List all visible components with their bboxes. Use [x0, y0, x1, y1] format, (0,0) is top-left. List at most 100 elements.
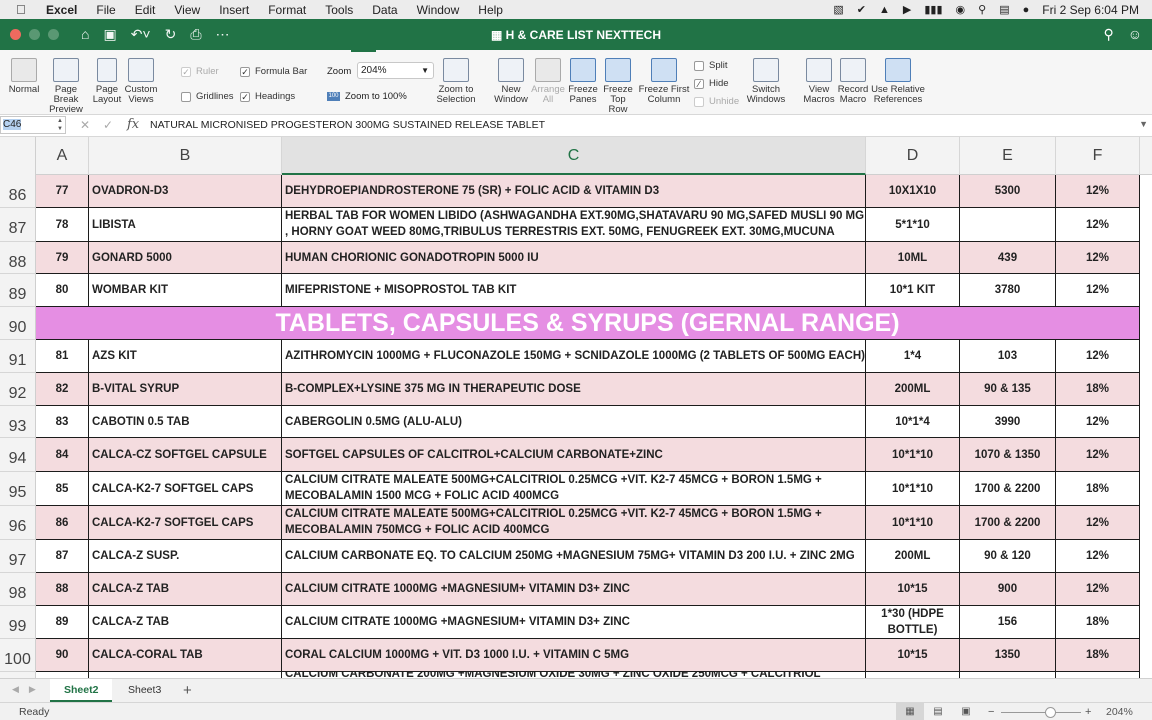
cell-b[interactable]: OVADRON-D3 [89, 175, 282, 208]
freeze-panes-button[interactable]: Freeze Panes [566, 58, 600, 105]
cell-a[interactable]: 89 [36, 606, 89, 639]
undo-icon[interactable]: ↶˅ [131, 26, 151, 43]
more-icon[interactable]: ⋯ [216, 26, 230, 43]
new-window-button[interactable]: New Window [492, 58, 530, 105]
cell-d[interactable]: 10*1 KIT [866, 274, 960, 307]
row-header[interactable]: 99 [0, 606, 36, 639]
redo-icon[interactable]: ↻ [165, 26, 177, 43]
cell-a[interactable]: 87 [36, 540, 89, 573]
menu-file[interactable]: File [96, 3, 115, 17]
sheet-tab-sheet3[interactable]: Sheet3 [114, 679, 175, 702]
view-macros-button[interactable]: View Macros [803, 58, 835, 105]
column-header-f[interactable]: F [1056, 137, 1140, 175]
column-header-e[interactable]: E [960, 137, 1056, 175]
page-break-status-icon[interactable]: ▣ [952, 703, 980, 720]
cell-c[interactable]: CALCIUM CITRATE 1000MG +MAGNESIUM+ VITAM… [282, 573, 866, 606]
row-header[interactable]: 92 [0, 373, 36, 406]
column-header-b[interactable]: B [89, 137, 282, 175]
wifi-icon[interactable]: ◉ [956, 3, 966, 16]
cell-c[interactable]: DEHYDROEPIANDROSTERONE 75 (SR) + FOLIC A… [282, 175, 866, 208]
split-button[interactable]: Split [694, 60, 727, 71]
cell-d[interactable]: 10ML [866, 242, 960, 274]
column-header-c[interactable]: C [282, 137, 866, 175]
cell-d[interactable]: 200ML [866, 540, 960, 573]
freeze-top-row-button[interactable]: Freeze Top Row [600, 58, 636, 115]
page-layout-status-icon[interactable]: ▤ [924, 703, 952, 720]
hide-button[interactable]: ∕ Hide [694, 78, 729, 89]
save-icon[interactable]: ▣ [103, 26, 116, 43]
formula-bar-checkbox[interactable]: ✓ Formula Bar [240, 66, 307, 77]
row-header[interactable]: 88 [0, 242, 36, 274]
sheet-tab-sheet2[interactable]: Sheet2 [50, 679, 113, 702]
custom-views-button[interactable]: Custom Views [124, 58, 158, 105]
row-header[interactable]: 97 [0, 540, 36, 573]
sheet-nav-arrows-icon[interactable]: ◀▶ [12, 684, 46, 695]
cell-f[interactable]: 12% [1056, 406, 1140, 438]
zoom-out-icon[interactable]: − [988, 706, 994, 718]
menubar-clock[interactable]: Fri 2 Sep 6:04 PM [1042, 3, 1139, 17]
cell-f[interactable]: 18% [1056, 472, 1140, 506]
cell-f[interactable]: 12% [1056, 573, 1140, 606]
cell-b[interactable]: GONARD 5000 [89, 242, 282, 274]
headings-checkbox[interactable]: ✓ Headings [240, 91, 295, 102]
cell-e[interactable] [960, 208, 1056, 242]
cell-f[interactable]: 12% [1056, 274, 1140, 307]
row-header[interactable]: 100 [0, 639, 36, 672]
cell-a[interactable]: 79 [36, 242, 89, 274]
cell-f[interactable]: 18% [1056, 373, 1140, 406]
cell-b[interactable]: CALCA-CORAL TAB [89, 639, 282, 672]
zoom-to-100-button[interactable]: 100 Zoom to 100% [327, 91, 407, 102]
cell-a[interactable]: 82 [36, 373, 89, 406]
cell-f[interactable]: 12% [1056, 340, 1140, 373]
column-header-a[interactable]: A [36, 137, 89, 175]
row-header[interactable]: 98 [0, 573, 36, 606]
cell-a[interactable]: 84 [36, 438, 89, 472]
cell-d[interactable]: 1*30 (HDPE BOTTLE) [866, 606, 960, 639]
zoom-window-button[interactable] [48, 29, 59, 40]
cell-a[interactable]: 78 [36, 208, 89, 242]
cell-c[interactable]: HERBAL TAB FOR WOMEN LIBIDO (ASHWAGANDHA… [282, 208, 866, 242]
bluetooth-app-icon[interactable]: ▧ [833, 3, 843, 16]
cell-c[interactable]: B-COMPLEX+LYSINE 375 MG IN THERAPEUTIC D… [282, 373, 866, 406]
cell-f[interactable]: 12% [1056, 438, 1140, 472]
cell-a[interactable]: 80 [36, 274, 89, 307]
name-box[interactable]: C46 ▲ ▼ [0, 116, 66, 134]
apple-icon[interactable]:  [16, 2, 30, 17]
cell-b[interactable]: CALCA-Z SUSP. [89, 540, 282, 573]
cell-d[interactable]: 10*15 [866, 639, 960, 672]
menu-data[interactable]: Data [372, 3, 397, 17]
play-icon[interactable]: ▶ [903, 3, 911, 16]
formula-input[interactable]: NATURAL MICRONISED PROGESTERON 300MG SUS… [150, 119, 545, 131]
zoom-in-icon[interactable]: + [1085, 706, 1091, 718]
cell-e[interactable]: 3990 [960, 406, 1056, 438]
cell-e[interactable]: 103 [960, 340, 1056, 373]
cell-b[interactable]: B-VITAL SYRUP [89, 373, 282, 406]
row-header[interactable]: 96 [0, 506, 36, 540]
cell-a[interactable]: 90 [36, 639, 89, 672]
menu-view[interactable]: View [174, 3, 200, 17]
cell-f[interactable]: 18% [1056, 606, 1140, 639]
unhide-button[interactable]: Unhide [694, 96, 739, 107]
cell-b[interactable]: CALCA-K2-7 SOFTGEL CAPS [89, 506, 282, 540]
arrange-all-button[interactable]: Arrange All [530, 58, 566, 105]
cell-e[interactable]: 1700 & 2200 [960, 506, 1056, 540]
cell-f[interactable]: 12% [1056, 208, 1140, 242]
menu-edit[interactable]: Edit [135, 3, 156, 17]
zoom-slider-track[interactable] [1001, 712, 1081, 713]
search-spotlight-icon[interactable]: ⚲ [978, 3, 986, 16]
cell-c[interactable]: HUMAN CHORIONIC GONADOTROPIN 5000 IU [282, 242, 866, 274]
row-header[interactable]: 91 [0, 340, 36, 373]
feedback-smile-icon[interactable]: ☺ [1128, 26, 1142, 43]
cell-d[interactable]: 10*15 [866, 573, 960, 606]
control-center-icon[interactable]: ▤ [999, 3, 1009, 16]
name-box-spinner-icon[interactable]: ▲ ▼ [57, 117, 63, 133]
cell-c[interactable]: CALCIUM CITRATE MALEATE 500MG+CALCITRIOL… [282, 506, 866, 540]
cell-b[interactable]: AZS KIT [89, 340, 282, 373]
row-header[interactable]: 87 [0, 208, 36, 242]
cell-c[interactable]: AZITHROMYCIN 1000MG + FLUCONAZOLE 150MG … [282, 340, 866, 373]
cell-d[interactable]: 10X1X10 [866, 175, 960, 208]
cell-e[interactable]: 90 & 120 [960, 540, 1056, 573]
battery-icon[interactable]: ▮▮▮ [924, 3, 942, 16]
zoom-to-selection-button[interactable]: Zoom to Selection [434, 58, 478, 105]
upload-icon[interactable]: ▲ [879, 4, 890, 16]
